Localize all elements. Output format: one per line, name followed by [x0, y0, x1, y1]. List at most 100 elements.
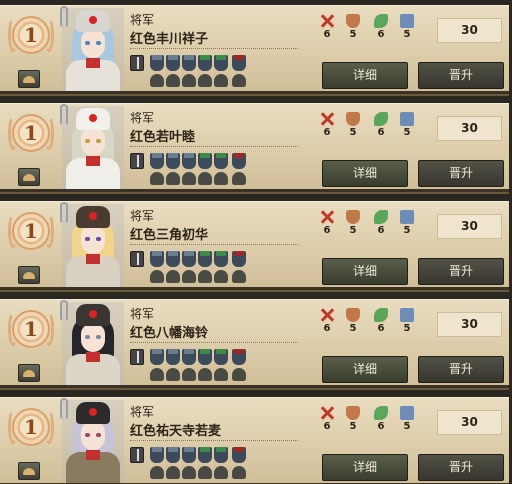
- crossed-swords-icon: [320, 112, 334, 126]
- sword-shield-icon[interactable]: [130, 251, 144, 267]
- shield-icon: [346, 406, 360, 420]
- portrait-eye: [96, 335, 101, 339]
- rank-number: 1: [24, 219, 38, 243]
- medal-icon[interactable]: [150, 153, 164, 169]
- defense-stat: 5: [344, 112, 362, 138]
- general-portrait[interactable]: [62, 400, 124, 484]
- medal-icon[interactable]: [232, 349, 246, 365]
- cannon-icon[interactable]: [166, 74, 180, 87]
- medal-icon[interactable]: [182, 251, 196, 267]
- helmet-icon[interactable]: [150, 270, 164, 283]
- medal-icon[interactable]: [182, 55, 196, 71]
- upgrade-button[interactable]: 晋升: [418, 258, 504, 285]
- medal-icon[interactable]: [214, 55, 228, 71]
- upgrade-button[interactable]: 晋升: [418, 160, 504, 187]
- cannon-icon[interactable]: [166, 172, 180, 185]
- general-card[interactable]: 1 将军 红色若叶睦 6 5 6 5 30 详细 晋升: [0, 103, 512, 194]
- helmet-icon[interactable]: [150, 466, 164, 479]
- sword-shield-icon[interactable]: [130, 153, 144, 169]
- attack-stat: 6: [318, 308, 336, 334]
- paw-icon[interactable]: [214, 466, 228, 479]
- general-card[interactable]: 1 将军 红色祐天寺若麦 6 5 6 5 30 详细 晋升: [0, 397, 512, 484]
- crossed-swords-icon: [320, 210, 334, 224]
- cannon-icon[interactable]: [198, 368, 212, 381]
- medal-icon[interactable]: [166, 349, 180, 365]
- officer-cap-icon[interactable]: [18, 70, 40, 88]
- helmet-icon[interactable]: [232, 270, 246, 283]
- paw-icon[interactable]: [214, 270, 228, 283]
- helmet-icon[interactable]: [232, 74, 246, 87]
- detail-button[interactable]: 详细: [322, 160, 408, 187]
- medal-icon[interactable]: [150, 349, 164, 365]
- medal-icon[interactable]: [214, 447, 228, 463]
- helmet-icon[interactable]: [232, 466, 246, 479]
- fuel-can-icon: [400, 210, 414, 224]
- medal-icon[interactable]: [166, 153, 180, 169]
- medal-icon[interactable]: [198, 251, 212, 267]
- upgrade-button[interactable]: 晋升: [418, 454, 504, 481]
- paw-icon[interactable]: [214, 368, 228, 381]
- medal-icon[interactable]: [198, 55, 212, 71]
- detail-button[interactable]: 详细: [322, 454, 408, 481]
- medal-icon[interactable]: [166, 447, 180, 463]
- upgrade-button[interactable]: 晋升: [418, 62, 504, 89]
- medal-icon[interactable]: [232, 55, 246, 71]
- sword-shield-icon[interactable]: [130, 349, 144, 365]
- medal-icon[interactable]: [214, 349, 228, 365]
- medal-icon[interactable]: [182, 447, 196, 463]
- detail-button[interactable]: 详细: [322, 62, 408, 89]
- helmet-icon[interactable]: [150, 74, 164, 87]
- helmet-icon[interactable]: [150, 368, 164, 381]
- medal-icon[interactable]: [232, 251, 246, 267]
- general-card[interactable]: 1 将军 红色三角初华 6 5 6 5 30 详细 晋升: [0, 201, 512, 292]
- tank-icon[interactable]: [182, 368, 196, 381]
- medal-icon[interactable]: [150, 251, 164, 267]
- officer-cap-icon[interactable]: [18, 168, 40, 186]
- cannon-icon[interactable]: [166, 466, 180, 479]
- general-portrait[interactable]: [62, 8, 124, 94]
- medal-icon[interactable]: [198, 447, 212, 463]
- tank-icon[interactable]: [182, 172, 196, 185]
- medal-icon[interactable]: [232, 447, 246, 463]
- cannon-icon[interactable]: [198, 172, 212, 185]
- medal-icon[interactable]: [166, 55, 180, 71]
- medal-icon[interactable]: [150, 447, 164, 463]
- medal-icon[interactable]: [198, 153, 212, 169]
- general-portrait[interactable]: [62, 302, 124, 388]
- upgrade-button[interactable]: 晋升: [418, 356, 504, 383]
- general-card[interactable]: 1 将军 红色丰川祥子 6 5 6 5 30 详细 晋升: [0, 5, 512, 96]
- helmet-icon[interactable]: [150, 172, 164, 185]
- officer-cap-icon[interactable]: [18, 364, 40, 382]
- medal-icon[interactable]: [150, 55, 164, 71]
- tank-icon[interactable]: [182, 270, 196, 283]
- cannon-icon[interactable]: [198, 270, 212, 283]
- cannon-icon[interactable]: [198, 74, 212, 87]
- cannon-icon[interactable]: [198, 466, 212, 479]
- general-portrait[interactable]: [62, 106, 124, 192]
- trait-badges: [130, 349, 280, 385]
- cannon-icon[interactable]: [166, 270, 180, 283]
- general-card[interactable]: 1 将军 红色八幡海铃 6 5 6 5 30 详细 晋升: [0, 299, 512, 390]
- medal-icon[interactable]: [214, 153, 228, 169]
- paw-icon[interactable]: [214, 172, 228, 185]
- medal-icon[interactable]: [166, 251, 180, 267]
- helmet-icon[interactable]: [232, 368, 246, 381]
- detail-button[interactable]: 详细: [322, 356, 408, 383]
- detail-button[interactable]: 详细: [322, 258, 408, 285]
- medal-icon[interactable]: [198, 349, 212, 365]
- medal-icon[interactable]: [182, 349, 196, 365]
- officer-cap-icon[interactable]: [18, 266, 40, 284]
- tank-icon[interactable]: [182, 74, 196, 87]
- tank-icon[interactable]: [182, 466, 196, 479]
- portrait-eye: [96, 139, 101, 143]
- officer-cap-icon[interactable]: [18, 462, 40, 480]
- sword-shield-icon[interactable]: [130, 55, 144, 71]
- medal-icon[interactable]: [232, 153, 246, 169]
- general-portrait[interactable]: [62, 204, 124, 290]
- medal-icon[interactable]: [214, 251, 228, 267]
- cannon-icon[interactable]: [166, 368, 180, 381]
- paw-icon[interactable]: [214, 74, 228, 87]
- sword-shield-icon[interactable]: [130, 447, 144, 463]
- medal-icon[interactable]: [182, 153, 196, 169]
- helmet-icon[interactable]: [232, 172, 246, 185]
